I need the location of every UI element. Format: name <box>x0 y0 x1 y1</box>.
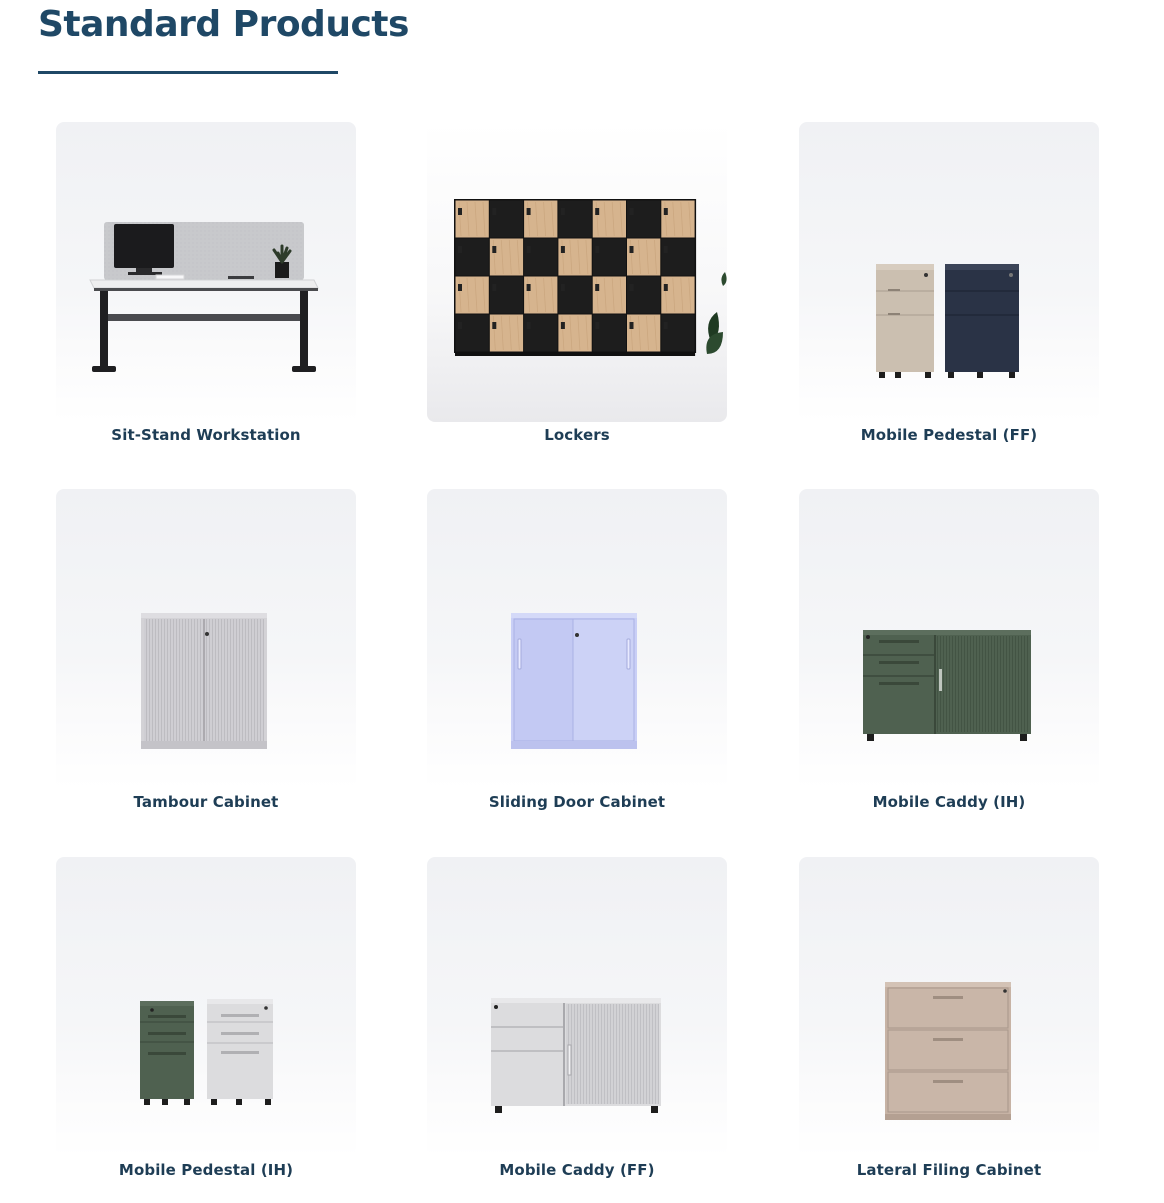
product-card-sliding-door-cabinet[interactable]: Sliding Door Cabinet <box>427 489 727 811</box>
sliding-door-cabinet-image[interactable] <box>427 489 727 789</box>
page-title: Standard Products <box>38 4 409 45</box>
product-card-mobile-caddy-ih[interactable]: Mobile Caddy (IH) <box>799 489 1099 811</box>
mobile-caddy-ih-image[interactable] <box>799 489 1099 789</box>
product-label[interactable]: Lateral Filing Cabinet <box>799 1161 1099 1179</box>
mobile-pedestal-ff-image[interactable] <box>799 122 1099 422</box>
title-underline <box>38 71 338 74</box>
mobile-caddy-ff-image[interactable] <box>427 857 727 1157</box>
product-label[interactable]: Sliding Door Cabinet <box>427 793 727 811</box>
product-card-tambour-cabinet[interactable]: Tambour Cabinet <box>56 489 356 811</box>
product-card-mobile-caddy-ff[interactable]: Mobile Caddy (FF) <box>427 857 727 1179</box>
product-card-sit-stand-workstation[interactable]: Sit-Stand Workstation <box>56 122 356 444</box>
product-label[interactable]: Mobile Caddy (IH) <box>799 793 1099 811</box>
product-label[interactable]: Mobile Pedestal (IH) <box>56 1161 356 1179</box>
mobile-pedestal-ih-image[interactable] <box>56 857 356 1157</box>
product-label[interactable]: Tambour Cabinet <box>56 793 356 811</box>
product-label[interactable]: Mobile Pedestal (FF) <box>799 426 1099 444</box>
product-card-mobile-pedestal-ff[interactable]: Mobile Pedestal (FF) <box>799 122 1099 444</box>
standard-products-page: Standard Products Sit-Stand Workstation … <box>0 0 1164 1203</box>
product-label[interactable]: Sit-Stand Workstation <box>56 426 356 444</box>
product-card-lateral-filing-cabinet[interactable]: Lateral Filing Cabinet <box>799 857 1099 1179</box>
lockers-image[interactable] <box>427 122 727 422</box>
lateral-filing-cabinet-image[interactable] <box>799 857 1099 1157</box>
sit-stand-workstation-image[interactable] <box>56 122 356 422</box>
product-card-lockers[interactable]: Lockers <box>427 122 727 444</box>
product-label[interactable]: Mobile Caddy (FF) <box>427 1161 727 1179</box>
tambour-cabinet-image[interactable] <box>56 489 356 789</box>
product-card-mobile-pedestal-ih[interactable]: Mobile Pedestal (IH) <box>56 857 356 1179</box>
product-label[interactable]: Lockers <box>427 426 727 444</box>
